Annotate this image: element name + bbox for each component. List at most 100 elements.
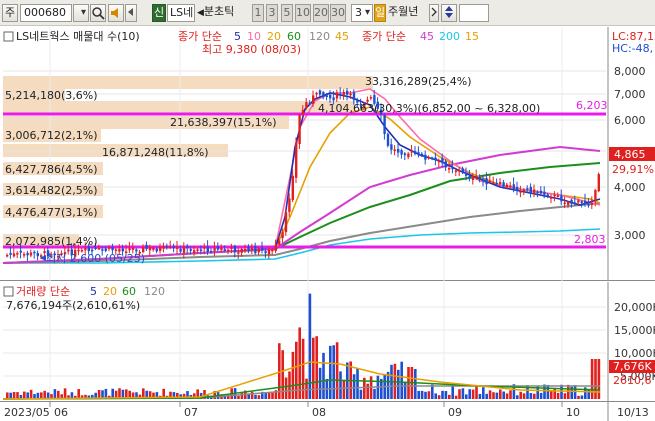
candle-body — [522, 189, 526, 192]
candle-body — [213, 248, 216, 251]
daily-tab[interactable]: 일 — [374, 4, 386, 22]
x-axis: 2023/05 06 07 08 09 10 10/13 — [0, 401, 655, 421]
candle-body — [254, 245, 257, 254]
candle-body — [131, 248, 135, 250]
search-button[interactable] — [90, 4, 106, 22]
stock-code-input[interactable]: 000680 — [20, 4, 72, 22]
candle-body — [420, 153, 424, 156]
sound-button[interactable] — [108, 4, 124, 22]
volume-bar — [63, 388, 67, 399]
profile-label: 5,214,180(3,6%) — [5, 89, 98, 102]
ma-10-label: 10 — [247, 30, 261, 43]
ma-caption-2: 종가 단순 — [362, 30, 406, 43]
view-tab-group[interactable]: 주월년 — [388, 4, 428, 22]
candle-body — [264, 251, 267, 254]
chevron-right-icon — [431, 7, 437, 17]
interval-select[interactable]: 3 — [351, 4, 373, 22]
candle-body — [165, 245, 169, 248]
period-5-button[interactable]: 5 — [281, 4, 293, 22]
interval-value: 3 — [355, 6, 362, 19]
candle-body — [349, 93, 352, 96]
volume-bar — [478, 393, 482, 399]
candle-body — [159, 247, 162, 251]
y-tick-label: 7,000 — [614, 88, 646, 101]
period-1-button[interactable]: 1 — [252, 4, 264, 22]
candle-body — [271, 249, 274, 252]
period-30-button[interactable]: 30 — [330, 4, 346, 22]
profile-label: 4,104,663(30,3%)(6,852,00 ~ 6,328,00) — [318, 102, 540, 115]
candle-body — [560, 195, 563, 202]
candle-body — [203, 246, 206, 249]
arrow-left-button[interactable] — [125, 4, 137, 22]
candle-body — [577, 200, 580, 203]
low-label: 최저 2,600 (05/25) — [46, 252, 145, 265]
period-20-button[interactable]: 20 — [313, 4, 329, 22]
ma-45b-label: 45 — [420, 30, 434, 43]
volume-legend: 거래량 단순 5 20 60 120 7,676,194주(2,610,61%) — [3, 285, 165, 312]
candle-body — [104, 248, 107, 251]
triangle-left-icon: ◀ — [197, 8, 204, 18]
candle-body — [6, 254, 9, 257]
candle-body — [169, 246, 172, 249]
chart-toolbar: 주 000680 신 LS네 ◀분초틱 1 3 5 10 20 30 3 일 주… — [0, 0, 655, 26]
candle-body — [332, 97, 335, 101]
option-input[interactable] — [459, 4, 489, 22]
stock-name-value: LS네 — [170, 6, 194, 19]
period-tab-group[interactable]: ◀분초틱 — [197, 4, 251, 22]
x-tick-label: 07 — [184, 406, 198, 419]
candle-body — [505, 184, 509, 188]
candle-body — [84, 248, 87, 251]
profile-label: 3,614,482(2,5%) — [5, 184, 98, 197]
x-tick-label: 10/13 — [617, 406, 649, 419]
indicator-legend: LS네트웍스 매물대 수(10) 종가 단순 5 10 20 60 120 45… — [3, 30, 655, 55]
candle-body — [570, 199, 573, 204]
profile-label: 21,638,397(15,1%) — [170, 116, 277, 129]
candle-body — [516, 186, 519, 191]
candle-body — [567, 201, 570, 205]
period-10-label: 10 — [296, 6, 310, 19]
period-3-button[interactable]: 3 — [266, 4, 278, 22]
volume-bar — [492, 392, 495, 399]
volume-bar — [580, 395, 584, 399]
candle-body — [230, 247, 233, 249]
candle-body — [257, 248, 260, 253]
candle-body — [288, 198, 291, 212]
volume-bar — [298, 327, 301, 399]
volume-chart-panel[interactable]: 거래량 단순 5 20 60 120 7,676,194주(2,610,61%)… — [0, 282, 655, 401]
volume-bar — [403, 382, 407, 399]
price-chart[interactable]: 8,000 7,000 6,000 5,000 4,000 3,000 33,3… — [0, 27, 655, 281]
volume-bar — [482, 387, 485, 399]
candle-body — [23, 254, 26, 256]
volume-bar — [519, 391, 522, 399]
period-10-button[interactable]: 10 — [295, 4, 311, 22]
volume-bar — [237, 395, 240, 399]
volume-bar — [590, 359, 594, 399]
volume-bar — [414, 369, 417, 399]
volume-bar — [53, 389, 57, 399]
price-chart-panel[interactable]: 8,000 7,000 6,000 5,000 4,000 3,000 33,3… — [0, 27, 655, 281]
candle-body — [414, 151, 417, 155]
candle-body — [121, 248, 124, 252]
volume-bar — [339, 371, 342, 399]
market-button[interactable]: 주 — [2, 4, 18, 22]
volume-bar — [522, 393, 526, 399]
candle-body — [155, 248, 158, 252]
volume-bar — [284, 377, 288, 399]
code-dropdown-button[interactable] — [73, 4, 89, 22]
stock-name-field[interactable]: LS네 — [167, 4, 195, 22]
volume-bar — [417, 390, 420, 399]
volume-bar — [499, 389, 502, 399]
candle-body — [492, 182, 495, 184]
volume-bar — [539, 392, 543, 399]
volume-chart[interactable]: 거래량 단순 5 20 60 120 7,676,194주(2,610,61%)… — [0, 282, 655, 401]
candle-body — [199, 249, 203, 251]
next-button[interactable] — [429, 4, 439, 22]
triangle-left-icon — [128, 8, 133, 16]
volume-bar — [397, 369, 400, 399]
ma-5-label: 5 — [234, 30, 241, 43]
sort-button[interactable] — [441, 4, 457, 22]
hc-readout: HC:-48, — [612, 42, 653, 55]
candle-body — [176, 247, 179, 249]
volume-bar — [594, 359, 597, 399]
volume-bar — [400, 361, 403, 399]
